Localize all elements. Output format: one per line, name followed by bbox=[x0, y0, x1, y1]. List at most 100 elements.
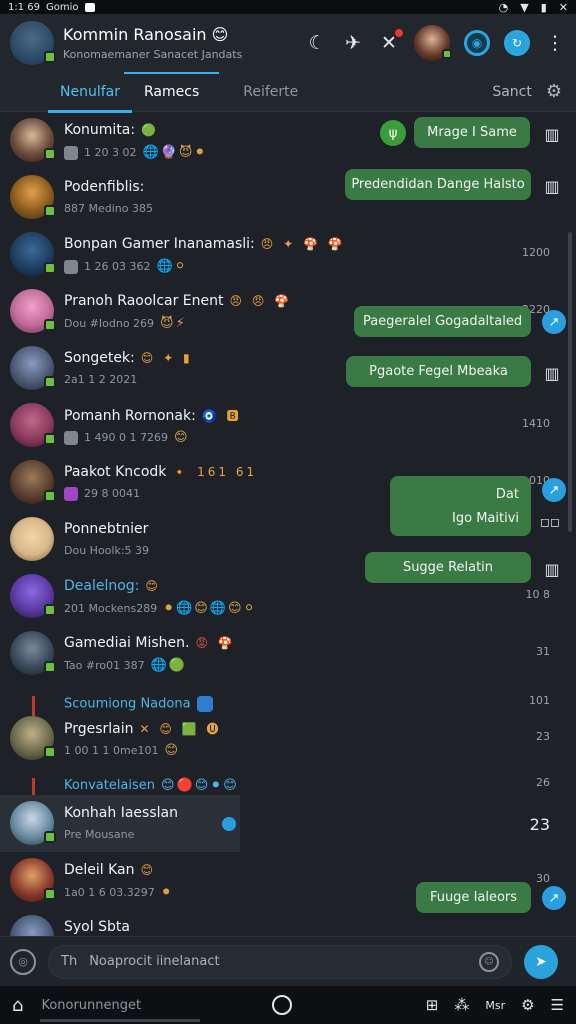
chat-time: 31 bbox=[536, 645, 550, 658]
share-icon[interactable]: ↗ bbox=[542, 886, 566, 910]
nav-underline bbox=[40, 1019, 200, 1022]
online-badge bbox=[44, 319, 56, 331]
chat-name: Deleil Kan 😊 bbox=[64, 862, 157, 878]
grid-icon[interactable]: ⊞ bbox=[426, 996, 439, 1014]
menu-icon[interactable]: ☰ bbox=[551, 996, 564, 1014]
online-badge bbox=[44, 604, 56, 616]
chat-time: 30 bbox=[536, 872, 550, 885]
chat-avatar bbox=[10, 716, 56, 760]
tab-reiferte[interactable]: Reiferte bbox=[231, 72, 310, 112]
nav-right-label: Msr bbox=[485, 998, 506, 1012]
online-badge bbox=[44, 831, 56, 843]
nav-label[interactable]: Konorunnenget bbox=[41, 998, 141, 1013]
chat-header: Kommin Ranosain 😊 Konomaemaner Sanacet J… bbox=[0, 14, 576, 72]
chat-row[interactable]: Gamediai Mishen. 😡 🍄 Tao #ro01 387 🌐🟢 31 bbox=[0, 625, 576, 682]
tools-icon[interactable]: ✕ bbox=[378, 29, 403, 54]
message-bubble[interactable]: Fuuge Ialeors bbox=[416, 882, 531, 913]
chat-time: 23 bbox=[536, 730, 550, 743]
contact-badge bbox=[442, 49, 452, 59]
online-badge bbox=[44, 148, 56, 160]
message-bubble[interactable]: Dat Igo Maitivi bbox=[390, 476, 531, 536]
chat-row[interactable]: Pomanh Rornonak: 🧿 🅱 1 490 0 1 7269 😊 1410 bbox=[0, 397, 576, 454]
chat-avatar bbox=[10, 517, 54, 561]
home-circle-icon[interactable] bbox=[272, 995, 292, 1015]
call-icon[interactable]: ☾ bbox=[306, 32, 328, 54]
message-bubble[interactable]: Predendidan Dange Halsto bbox=[345, 169, 531, 200]
settings-icon[interactable]: ⚙ bbox=[521, 996, 534, 1014]
message-composer: ◎ Th Noaprocit iinelanact ☺ ➤ bbox=[0, 936, 576, 986]
notification-icon bbox=[84, 2, 95, 12]
media-icon[interactable]: ▥ bbox=[540, 122, 564, 146]
tab-nenulfar[interactable]: Nenulfar bbox=[48, 72, 132, 113]
chat-avatar bbox=[10, 858, 56, 902]
alert-dot bbox=[395, 29, 403, 37]
status-bar: 1:1 69 Gomio ◔ ▼ ▮ ✕ bbox=[0, 0, 576, 14]
contact-avatar[interactable] bbox=[414, 25, 452, 61]
chat-avatar bbox=[10, 346, 56, 390]
chat-name: Dealelnog: 😊 bbox=[64, 578, 161, 594]
media-icon[interactable]: ◻◻ bbox=[538, 510, 562, 534]
chat-time: 101 bbox=[529, 694, 550, 707]
plane-icon[interactable]: ✈ bbox=[342, 32, 364, 54]
pinned-label: Konvatelaisen 😊🔴😊⚫😊 bbox=[64, 778, 239, 793]
message-bubble[interactable]: Pgaote Fegel Mbeaka bbox=[346, 356, 531, 387]
header-title: Kommin Ranosain 😊 bbox=[63, 25, 229, 44]
share-icon[interactable]: ↗ bbox=[542, 478, 566, 502]
chat-list: Konumita: 🟢 1 20 3 02 🌐🔮😈⚫ Podenfiblis: 88… bbox=[0, 112, 576, 936]
file-icon bbox=[64, 487, 78, 501]
chat-time: 23 bbox=[529, 815, 550, 834]
chat-row-selected[interactable]: Konhah Iaesslan Pre Mousane bbox=[0, 795, 240, 852]
chat-row[interactable]: Syol Sbta bbox=[0, 909, 576, 936]
camera-icon[interactable]: ◎ bbox=[10, 948, 36, 975]
media-icon[interactable]: ▥ bbox=[540, 361, 564, 385]
chat-preview: 1 00 1 1 0me101 😊 bbox=[64, 743, 181, 758]
more-menu-icon[interactable]: ⋮ bbox=[544, 32, 566, 54]
search-label[interactable]: Sanct bbox=[492, 84, 532, 100]
message-bubble[interactable]: Paegeralel Gogadaltaled bbox=[354, 306, 531, 337]
online-badge bbox=[44, 51, 56, 63]
input-placeholder: Noaprocit iinelanact bbox=[89, 954, 220, 969]
header-subtitle: Konomaemaner Sanacet Jandats bbox=[63, 48, 243, 61]
signal-icon: ◔ bbox=[498, 0, 509, 14]
file-icon bbox=[64, 431, 78, 445]
chat-name: Pomanh Rornonak: 🧿 🅱 bbox=[64, 408, 242, 424]
online-badge bbox=[44, 205, 56, 217]
online-badge bbox=[44, 262, 56, 274]
message-bubble[interactable]: Sugge Relatin bbox=[365, 552, 531, 583]
green-status-icon[interactable]: ψ bbox=[380, 120, 406, 146]
chat-name: Paakot Kncodk 🔸 161 61 bbox=[64, 464, 258, 480]
swirl-icon[interactable]: ↻ bbox=[504, 30, 530, 56]
apps-icon[interactable]: ⁂ bbox=[454, 996, 469, 1014]
chat-avatar bbox=[10, 232, 56, 276]
chat-avatar bbox=[10, 175, 56, 219]
profile-avatar[interactable] bbox=[10, 21, 56, 65]
chat-name: Syol Sbta bbox=[64, 919, 130, 935]
chat-preview: 2a1 1 2 2021 bbox=[64, 373, 138, 386]
online-badge bbox=[44, 376, 56, 388]
chat-name: Songetek: 😊 ✦ ▮ bbox=[64, 350, 193, 366]
chat-avatar bbox=[10, 801, 56, 845]
tab-ramecs[interactable]: Ramecs bbox=[123, 71, 220, 112]
scrollbar[interactable] bbox=[568, 232, 572, 532]
battery-icon: ▮ bbox=[540, 0, 547, 14]
chat-name: Gamediai Mishen. 😡 🍄 bbox=[64, 635, 236, 651]
share-icon[interactable]: ↗ bbox=[542, 310, 566, 334]
send-button[interactable]: ➤ bbox=[524, 944, 558, 979]
chat-preview: 201 Mockens289 ⚫🌐😊🌐😊⚪ bbox=[64, 601, 257, 616]
media-icon[interactable]: ▥ bbox=[540, 557, 564, 581]
chat-time: 10 8 bbox=[525, 588, 551, 601]
message-bubble[interactable]: Mrage I Same bbox=[414, 117, 530, 148]
chat-row[interactable]: Bonpan Gamer Inanamasli: 😠 ✦ 🍄 🍄 1 26 03 … bbox=[0, 226, 576, 283]
chat-name: Pranoh Raoolcar Enent 😠 😠 🍄 bbox=[64, 293, 293, 309]
file-icon bbox=[64, 260, 78, 274]
online-badge bbox=[44, 888, 56, 900]
media-icon[interactable]: ▥ bbox=[540, 174, 564, 198]
status-ring-icon[interactable]: ◉ bbox=[464, 30, 490, 56]
emoji-icon[interactable]: ☺ bbox=[479, 951, 499, 972]
camera-icon[interactable]: ⚙ bbox=[546, 81, 562, 102]
chat-row[interactable]: Prgesrlain ✕ 😊 🟩 🅤 1 00 1 1 0me101 😊 23 bbox=[0, 710, 576, 767]
message-input[interactable]: Th Noaprocit iinelanact ☺ bbox=[48, 944, 512, 979]
chat-name: Konumita: 🟢 bbox=[64, 122, 160, 138]
home-icon[interactable]: ⌂ bbox=[12, 995, 23, 1016]
chat-preview: 29 8 0041 bbox=[64, 487, 140, 501]
